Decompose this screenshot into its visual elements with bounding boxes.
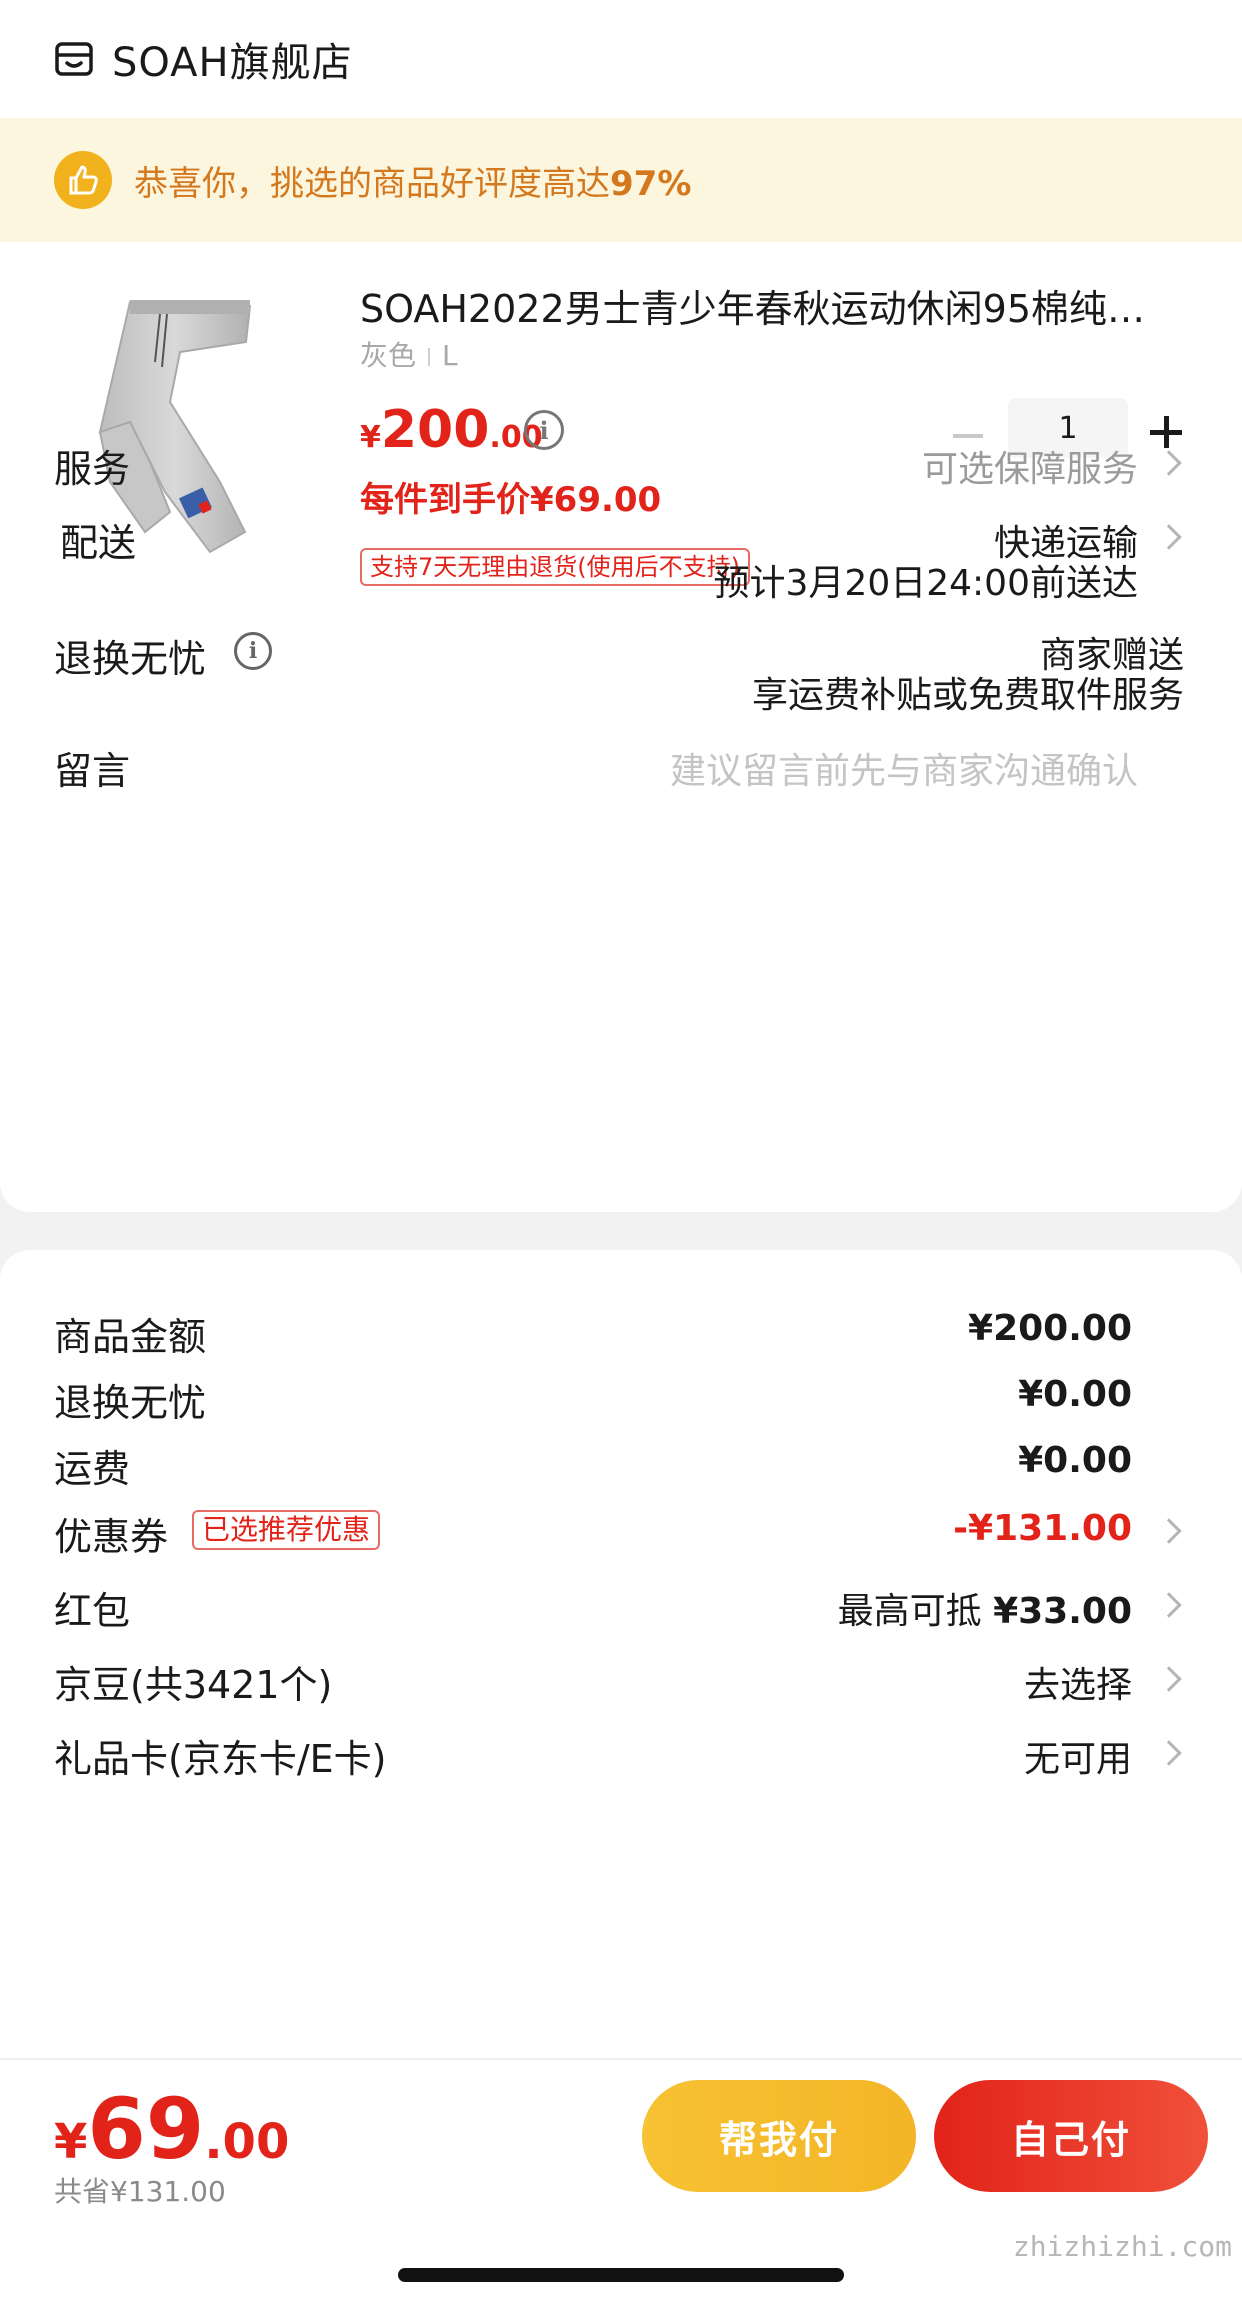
jd-beans-label: 京豆(共3421个) bbox=[54, 1663, 333, 1707]
jd-beans-chevron-icon[interactable] bbox=[1156, 1666, 1182, 1692]
product-spec[interactable]: 灰色 L bbox=[360, 334, 458, 374]
total-price: ¥ 69 .00 bbox=[54, 2080, 289, 2178]
rating-banner: 恭喜你，挑选的商品好评度高达97% bbox=[0, 118, 1242, 242]
gift-card-label: 礼品卡(京东卡/E卡) bbox=[54, 1737, 387, 1781]
redpacket-chevron-icon[interactable] bbox=[1156, 1592, 1182, 1618]
total-saved: 共省¥131.00 bbox=[54, 2175, 226, 2208]
home-indicator[interactable] bbox=[398, 2268, 844, 2282]
fee-summary-card: 商品金额 ¥200.00 退换无忧 ¥0.00 运费 ¥0.00 优惠券 已选推… bbox=[0, 1250, 1242, 2070]
return-fee-label: 退换无忧 bbox=[54, 1381, 207, 1425]
coupon-label: 优惠券 bbox=[54, 1515, 169, 1559]
spec-color: 灰色 bbox=[360, 339, 417, 372]
product-title[interactable]: SOAH2022男士青少年春秋运动休闲95棉纯… bbox=[360, 278, 1190, 333]
returns-info-icon[interactable]: i bbox=[234, 632, 272, 670]
self-pay-button[interactable]: 自己付 bbox=[934, 2080, 1208, 2192]
shipping-value: ¥0.00 bbox=[1018, 1440, 1132, 1481]
spec-size: L bbox=[442, 339, 458, 372]
watermark: zhizhizhi.com bbox=[1012, 2230, 1232, 2263]
rating-percent: 97% bbox=[610, 163, 692, 204]
total-decimal: .00 bbox=[204, 2114, 290, 2170]
delivery-eta: 预计3月20日24:00前送达 bbox=[713, 563, 1138, 604]
price-integer: 200 bbox=[380, 400, 490, 460]
quantity-increase-button[interactable] bbox=[1148, 414, 1184, 450]
store-icon bbox=[54, 39, 94, 79]
spec-divider bbox=[428, 348, 431, 366]
unit-price: 每件到手价¥69.00 bbox=[360, 480, 662, 520]
store-name[interactable]: SOAH旗舰店 bbox=[112, 30, 353, 88]
service-chevron-icon[interactable] bbox=[1156, 450, 1182, 476]
store-header[interactable]: SOAH旗舰店 bbox=[0, 0, 1242, 118]
shipping-label: 运费 bbox=[54, 1447, 131, 1491]
product-price: ¥ 200 .00 bbox=[360, 400, 543, 460]
minus-icon bbox=[953, 434, 983, 438]
redpacket-value[interactable]: 最高可抵 ¥33.00 bbox=[838, 1582, 1132, 1634]
return-policy-tag: 支持7天无理由退货(使用后不支持) bbox=[360, 548, 750, 586]
delivery-chevron-icon[interactable] bbox=[1156, 524, 1182, 550]
total-integer: 69 bbox=[87, 2080, 205, 2178]
goods-amount-label: 商品金额 bbox=[54, 1315, 207, 1359]
delivery-label: 配送 bbox=[60, 521, 137, 565]
service-value[interactable]: 可选保障服务 bbox=[922, 440, 1138, 492]
message-label: 留言 bbox=[54, 749, 131, 793]
product-card: SOAH2022男士青少年春秋运动休闲95棉纯… 灰色 L ¥ 200 .00 i… bbox=[0, 242, 1242, 1212]
return-fee-value: ¥0.00 bbox=[1018, 1374, 1132, 1415]
help-pay-button[interactable]: 帮我付 bbox=[642, 2080, 916, 2192]
returns-label: 退换无忧 bbox=[54, 637, 207, 681]
thumbs-up-icon bbox=[54, 151, 112, 209]
gift-card-chevron-icon[interactable] bbox=[1156, 1740, 1182, 1766]
total-symbol: ¥ bbox=[54, 2114, 88, 2170]
redpacket-label: 红包 bbox=[54, 1589, 131, 1633]
service-label: 服务 bbox=[54, 447, 131, 491]
message-input[interactable]: 建议留言前先与商家沟通确认 bbox=[670, 742, 1138, 794]
price-info-icon[interactable]: i bbox=[524, 410, 564, 450]
jd-beans-value[interactable]: 去选择 bbox=[1024, 1656, 1132, 1708]
returns-detail: 享运费补贴或免费取件服务 bbox=[751, 675, 1184, 716]
banner-text: 恭喜你，挑选的商品好评度高达97% bbox=[134, 163, 692, 204]
goods-amount-value: ¥200.00 bbox=[968, 1308, 1132, 1349]
coupon-chevron-icon[interactable] bbox=[1156, 1518, 1182, 1544]
coupon-value[interactable]: -¥131.00 bbox=[953, 1508, 1132, 1549]
price-symbol: ¥ bbox=[360, 420, 381, 455]
checkout-page: SOAH旗舰店 恭喜你，挑选的商品好评度高达97% SOAH2022男士青少年春… bbox=[0, 0, 1242, 2314]
gift-card-value[interactable]: 无可用 bbox=[1024, 1730, 1132, 1782]
coupon-tag: 已选推荐优惠 bbox=[192, 1510, 381, 1550]
